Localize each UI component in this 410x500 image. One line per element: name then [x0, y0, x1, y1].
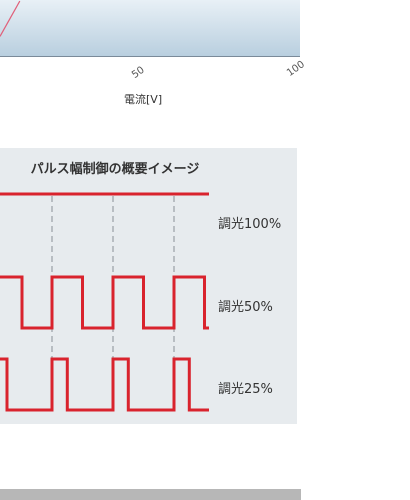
- pwm-wave-1: [0, 275, 209, 330]
- bottom-bar: [0, 489, 301, 500]
- pwm-wave-2: [0, 357, 209, 412]
- x-axis-title: 電流[V]: [124, 93, 163, 106]
- chart-svg: [0, 0, 21, 37]
- wave-label-25: 調光25%: [218, 382, 273, 397]
- wave-label-50: 調光50%: [218, 300, 273, 315]
- chart-plot-area: [0, 0, 300, 57]
- diagram-title: パルス幅制御の概要イメージ: [30, 162, 200, 177]
- x-tick-label-100: 100: [285, 59, 307, 80]
- wave-label-100: 調光100%: [218, 217, 282, 232]
- chart-series-line: [0, 0, 21, 37]
- x-tick-label-50: 50: [130, 64, 147, 82]
